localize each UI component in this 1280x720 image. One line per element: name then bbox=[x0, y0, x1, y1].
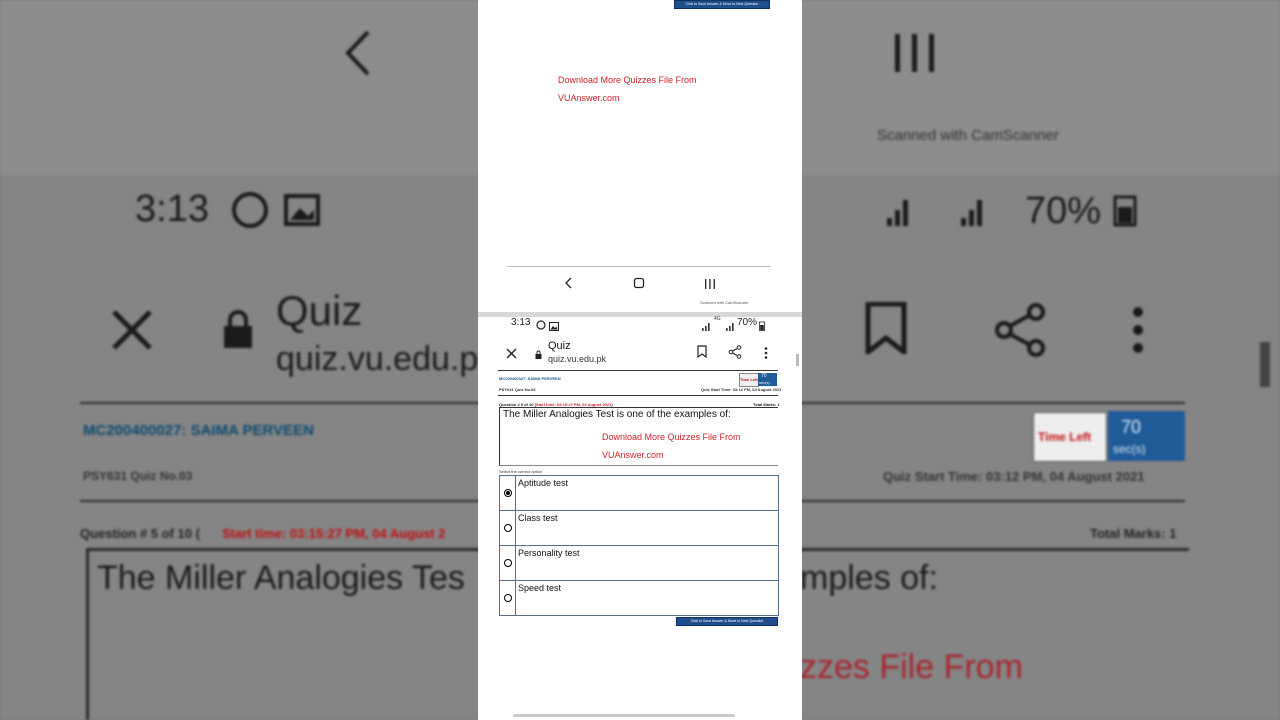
timer-value: 70 bbox=[761, 373, 767, 379]
bg-total-marks: Total Marks: 1 bbox=[1090, 526, 1177, 541]
timer-unit: sec(s) bbox=[759, 380, 770, 385]
bookmark-icon[interactable] bbox=[697, 345, 707, 363]
option-radio-cell bbox=[500, 476, 516, 510]
option-label: Aptitude test bbox=[518, 478, 569, 488]
bg-battery-text: 70% bbox=[1025, 190, 1102, 232]
question-text: The Miller Analogies Test is one of the … bbox=[503, 409, 731, 420]
bg-browser-title: Quiz bbox=[276, 287, 363, 334]
quiz-start-time: Quiz Start Time: 03:12 PM, 04 August 202… bbox=[701, 387, 782, 392]
bg-download-fragment: zzes File From bbox=[800, 648, 1023, 686]
back-icon[interactable] bbox=[565, 276, 573, 294]
option-speed-test[interactable]: Speed test bbox=[499, 580, 779, 616]
recents-icon[interactable] bbox=[704, 277, 716, 295]
quiz-name: PSY631 Quiz No.03 bbox=[499, 387, 536, 392]
bg-scanned-with: Scanned with CamScanner bbox=[877, 127, 1059, 144]
browser-title: Quiz bbox=[548, 340, 571, 352]
option-radio-cell bbox=[500, 581, 516, 615]
nav-bar-divider bbox=[507, 266, 771, 267]
option-personality-test[interactable]: Personality test bbox=[499, 545, 779, 581]
bg-question-text-end: mples of: bbox=[800, 559, 938, 597]
select-option-label: Select the correct option bbox=[499, 469, 543, 474]
bg-signal-icon bbox=[885, 192, 995, 233]
bg-share-icon bbox=[992, 302, 1048, 363]
watermark-top-line1[interactable]: Download More Quizzes File From bbox=[558, 75, 697, 85]
gallery-icon bbox=[549, 318, 559, 336]
phone-screen: Click to Save Answer & Move to Next Ques… bbox=[478, 0, 802, 720]
bg-battery-icon bbox=[1113, 193, 1137, 232]
browser-url[interactable]: quiz.vu.edu.pk bbox=[548, 354, 606, 364]
whatsapp-icon bbox=[536, 317, 546, 335]
status-time: 3:13 bbox=[511, 317, 531, 328]
option-radio-cell bbox=[500, 546, 516, 580]
radio-button[interactable] bbox=[504, 524, 512, 532]
time-left-label: Time Left bbox=[740, 377, 758, 382]
back-nav-icon bbox=[340, 28, 376, 83]
bg-scroll-indicator bbox=[1260, 342, 1270, 387]
gesture-bar[interactable] bbox=[513, 714, 735, 717]
share-icon[interactable] bbox=[728, 345, 742, 364]
status-battery: 70% bbox=[737, 317, 758, 328]
bg-bookmark-icon bbox=[864, 301, 908, 359]
bg-question-header: Question # 5 of 10 ( bbox=[80, 526, 200, 541]
quiz-top-rule bbox=[498, 370, 778, 371]
bg-status-time: 3:13 bbox=[135, 188, 209, 230]
prev-next-question-button[interactable]: Click to Save Answer & Move to Next Ques… bbox=[674, 0, 770, 9]
bg-gallery-icon bbox=[284, 194, 320, 231]
bg-student: MC200400027: SAIMA PERVEEN bbox=[83, 422, 314, 439]
option-radio-cell bbox=[500, 511, 516, 545]
more-options-icon[interactable] bbox=[764, 346, 768, 364]
bg-whatsapp-icon bbox=[230, 190, 270, 235]
option-label: Speed test bbox=[518, 583, 562, 593]
battery-icon bbox=[759, 318, 765, 336]
bg-timer-value: 70 bbox=[1121, 417, 1142, 437]
lock-icon bbox=[535, 346, 542, 364]
network-type: 4G bbox=[714, 316, 721, 322]
quiz-rule-2 bbox=[498, 395, 778, 396]
watermark-line1[interactable]: Download More Quizzes File From bbox=[602, 432, 741, 442]
bg-time-left-label: Time Left bbox=[1038, 430, 1092, 444]
recents-nav-icon bbox=[893, 34, 937, 79]
bg-close-icon bbox=[112, 310, 152, 355]
page-scrollbar[interactable] bbox=[796, 354, 799, 366]
option-aptitude-test[interactable]: Aptitude test bbox=[499, 475, 779, 511]
option-class-test[interactable]: Class test bbox=[499, 510, 779, 546]
watermark-line2[interactable]: VUAnswer.com bbox=[602, 450, 664, 460]
option-label: Personality test bbox=[518, 548, 580, 558]
bg-question-text: The Miller Analogies Tes bbox=[97, 559, 465, 597]
bg-quiz-name: PSY631 Quiz No.03 bbox=[83, 469, 193, 483]
bg-quiz-start: Quiz Start Time: 03:12 PM, 04 August 202… bbox=[883, 469, 1145, 484]
watermark-top-line2[interactable]: VUAnswer.com bbox=[558, 93, 620, 103]
bg-more-icon bbox=[1130, 306, 1146, 359]
bg-timer-unit: sec(s) bbox=[1113, 442, 1146, 456]
bg-browser-url: quiz.vu.edu.pk bbox=[276, 340, 496, 378]
bg-lock-icon bbox=[222, 310, 254, 353]
option-label: Class test bbox=[518, 513, 558, 523]
close-tab-icon[interactable] bbox=[506, 346, 517, 364]
radio-button[interactable] bbox=[504, 559, 512, 567]
radio-button[interactable] bbox=[504, 489, 512, 497]
home-icon[interactable] bbox=[633, 276, 645, 294]
scanned-with-label: Scanned with CamScanner bbox=[700, 300, 749, 305]
save-and-next-button[interactable]: Click to Save Answer & Move to Next Ques… bbox=[676, 617, 778, 626]
student-name: MC200400027: SAIMA PERVEEN bbox=[499, 376, 561, 381]
bg-question-start: Start time: 03:15:27 PM, 04 August 2 bbox=[222, 526, 446, 541]
radio-button[interactable] bbox=[504, 594, 512, 602]
